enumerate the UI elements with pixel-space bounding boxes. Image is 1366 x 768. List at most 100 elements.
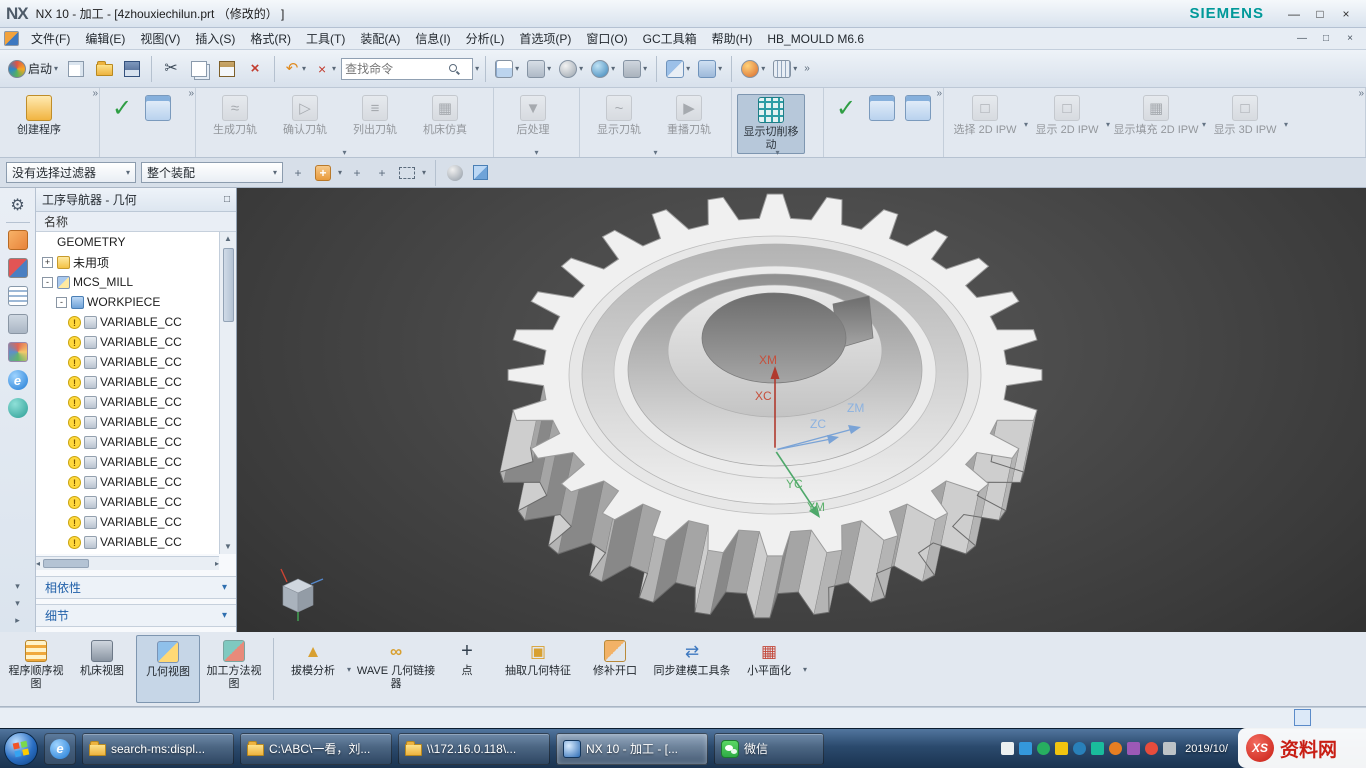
list-toolpath-button[interactable]: 列出刀轨 bbox=[341, 94, 409, 137]
dependencies-section[interactable]: 相依性 bbox=[36, 576, 236, 599]
select-2d-ipw-button[interactable]: 选择 2D IPW bbox=[949, 94, 1021, 137]
workpiece-check-button[interactable] bbox=[829, 94, 863, 124]
selection-scope-dropdown[interactable]: 整个装配 bbox=[141, 162, 283, 183]
gear-model-view[interactable]: XM XC ZM ZC YC YM bbox=[237, 188, 1366, 632]
point-button[interactable]: 点 bbox=[441, 635, 493, 703]
chevron-down-icon[interactable] bbox=[1105, 120, 1111, 129]
tray-icon[interactable] bbox=[1019, 742, 1032, 755]
internet-explorer-taskbar-button[interactable] bbox=[44, 733, 76, 765]
tree-expander[interactable]: + bbox=[42, 257, 53, 268]
tree-row-geometry[interactable]: GEOMETRY bbox=[36, 232, 219, 252]
synchronous-modeling-button[interactable]: 同步建模工具条 bbox=[649, 635, 735, 703]
menu-format[interactable]: 格式(R) bbox=[243, 28, 298, 49]
machine-simulate-button[interactable]: 机床仿真 bbox=[411, 94, 479, 137]
window-layout-button[interactable] bbox=[492, 54, 522, 84]
taskbar-item-network-folder[interactable]: \\172.16.0.118\... bbox=[398, 733, 550, 765]
graphics-window[interactable]: XM XC ZM ZC YC YM bbox=[237, 188, 1366, 632]
group-dialog-button[interactable] bbox=[653, 148, 657, 157]
details-section[interactable]: 细节 bbox=[36, 604, 236, 627]
group-overflow-button[interactable] bbox=[188, 88, 194, 99]
scroll-right-button[interactable] bbox=[215, 559, 219, 568]
command-finder[interactable] bbox=[341, 58, 473, 80]
shaded-view-button[interactable] bbox=[445, 163, 465, 183]
facet-body-button[interactable]: 小平面化 bbox=[737, 635, 801, 703]
program-order-view-button[interactable]: 程序顺序视图 bbox=[4, 635, 68, 703]
chevron-down-icon[interactable] bbox=[338, 168, 342, 177]
taskbar-item-nx[interactable]: NX 10 - 加工 - [... bbox=[556, 733, 708, 765]
tree-expander[interactable] bbox=[42, 237, 53, 248]
snap-intersection-button[interactable] bbox=[372, 163, 392, 183]
history-button[interactable] bbox=[8, 398, 28, 418]
menu-analysis[interactable]: 分析(L) bbox=[459, 28, 512, 49]
tree-row-mcs-mill[interactable]: -MCS_MILL bbox=[36, 272, 219, 292]
display-mode-button[interactable] bbox=[620, 54, 650, 84]
tray-icon[interactable] bbox=[1073, 742, 1086, 755]
group-overflow-button[interactable] bbox=[936, 88, 942, 99]
snap-point-button[interactable] bbox=[288, 163, 308, 183]
tree-row-variable-cc[interactable]: VARIABLE_CC bbox=[36, 432, 219, 452]
generate-toolpath-button[interactable]: 生成刀轨 bbox=[201, 94, 269, 137]
scrollbar-thumb[interactable] bbox=[223, 248, 234, 322]
tree-row-variable-cc[interactable]: VARIABLE_CC bbox=[36, 472, 219, 492]
gear-model[interactable] bbox=[500, 194, 1042, 618]
horizontal-scrollbar[interactable] bbox=[36, 556, 219, 570]
minimize-button[interactable] bbox=[1286, 7, 1302, 21]
navigator-column-header[interactable]: 名称 bbox=[36, 212, 236, 232]
show-hide-button[interactable] bbox=[663, 54, 693, 84]
constraint-navigator-button[interactable] bbox=[8, 258, 28, 278]
show-filled-2d-ipw-button[interactable]: 显示填充 2D IPW bbox=[1113, 94, 1199, 137]
chevron-down-icon[interactable] bbox=[422, 168, 426, 177]
doc-restore-button[interactable] bbox=[1318, 33, 1334, 44]
extract-geometry-button[interactable]: 抽取几何特征 bbox=[495, 635, 581, 703]
material-button[interactable] bbox=[738, 54, 768, 84]
tree-row-unused[interactable]: +未用项 bbox=[36, 252, 219, 272]
reuse-library-button[interactable] bbox=[8, 342, 28, 362]
menu-help[interactable]: 帮助(H) bbox=[705, 28, 760, 49]
save-button[interactable] bbox=[119, 54, 145, 84]
menu-edit[interactable]: 编辑(E) bbox=[78, 28, 132, 49]
point-on-curve-button[interactable]: + bbox=[313, 163, 333, 183]
tree-row-variable-cc[interactable]: VARIABLE_CC bbox=[36, 372, 219, 392]
tray-icon[interactable] bbox=[1055, 742, 1068, 755]
group-dialog-button[interactable] bbox=[775, 148, 779, 157]
postprocess-button[interactable]: 后处理 bbox=[499, 94, 567, 137]
scrollbar-thumb[interactable] bbox=[43, 559, 89, 568]
tray-icon[interactable] bbox=[1163, 742, 1176, 755]
tree-row-variable-cc[interactable]: VARIABLE_CC bbox=[36, 412, 219, 432]
create-tool-button[interactable] bbox=[105, 94, 139, 124]
open-file-button[interactable] bbox=[91, 54, 117, 84]
chevron-down-icon[interactable] bbox=[1201, 120, 1207, 129]
render-style-button[interactable] bbox=[556, 54, 586, 84]
scroll-left-button[interactable] bbox=[36, 559, 40, 568]
true-shading-button[interactable] bbox=[588, 54, 618, 84]
group-overflow-button[interactable] bbox=[1358, 88, 1364, 99]
tray-icon[interactable] bbox=[1001, 742, 1014, 755]
snap-midpoint-button[interactable] bbox=[347, 163, 367, 183]
tray-icon[interactable] bbox=[1127, 742, 1140, 755]
tray-icon[interactable] bbox=[1109, 742, 1122, 755]
menu-gc-toolbox[interactable]: GC工具箱 bbox=[636, 28, 704, 49]
tree-expander[interactable]: - bbox=[56, 297, 67, 308]
doc-minimize-button[interactable] bbox=[1294, 33, 1310, 44]
verify-toolpath-button[interactable]: 确认刀轨 bbox=[271, 94, 339, 137]
maximize-button[interactable] bbox=[1312, 7, 1328, 21]
taskbar-item-search[interactable]: search-ms:displ... bbox=[82, 733, 234, 765]
menu-preferences[interactable]: 首选项(P) bbox=[512, 28, 578, 49]
chevron-down-icon[interactable] bbox=[1023, 120, 1029, 129]
command-finder-input[interactable] bbox=[345, 62, 445, 76]
taskbar-item-wechat[interactable]: 微信 bbox=[714, 733, 824, 765]
chevron-down-icon[interactable] bbox=[15, 598, 20, 609]
workpiece-sheet-button[interactable] bbox=[865, 94, 899, 124]
view-orientation-triad[interactable] bbox=[281, 569, 323, 621]
toolbar-overflow-button[interactable] bbox=[802, 63, 812, 74]
menu-assemblies[interactable]: 装配(A) bbox=[353, 28, 407, 49]
menu-file[interactable]: 文件(F) bbox=[24, 28, 77, 49]
roles-gear-button[interactable] bbox=[8, 195, 28, 215]
paste-button[interactable] bbox=[214, 54, 240, 84]
rectangle-select-button[interactable] bbox=[397, 163, 417, 183]
doc-close-button[interactable] bbox=[1342, 33, 1358, 44]
replay-toolpath-button[interactable]: 重播刀轨 bbox=[655, 94, 723, 137]
tree-expander[interactable]: - bbox=[42, 277, 53, 288]
menu-window[interactable]: 窗口(O) bbox=[579, 28, 634, 49]
isometric-view-button[interactable] bbox=[470, 163, 490, 183]
